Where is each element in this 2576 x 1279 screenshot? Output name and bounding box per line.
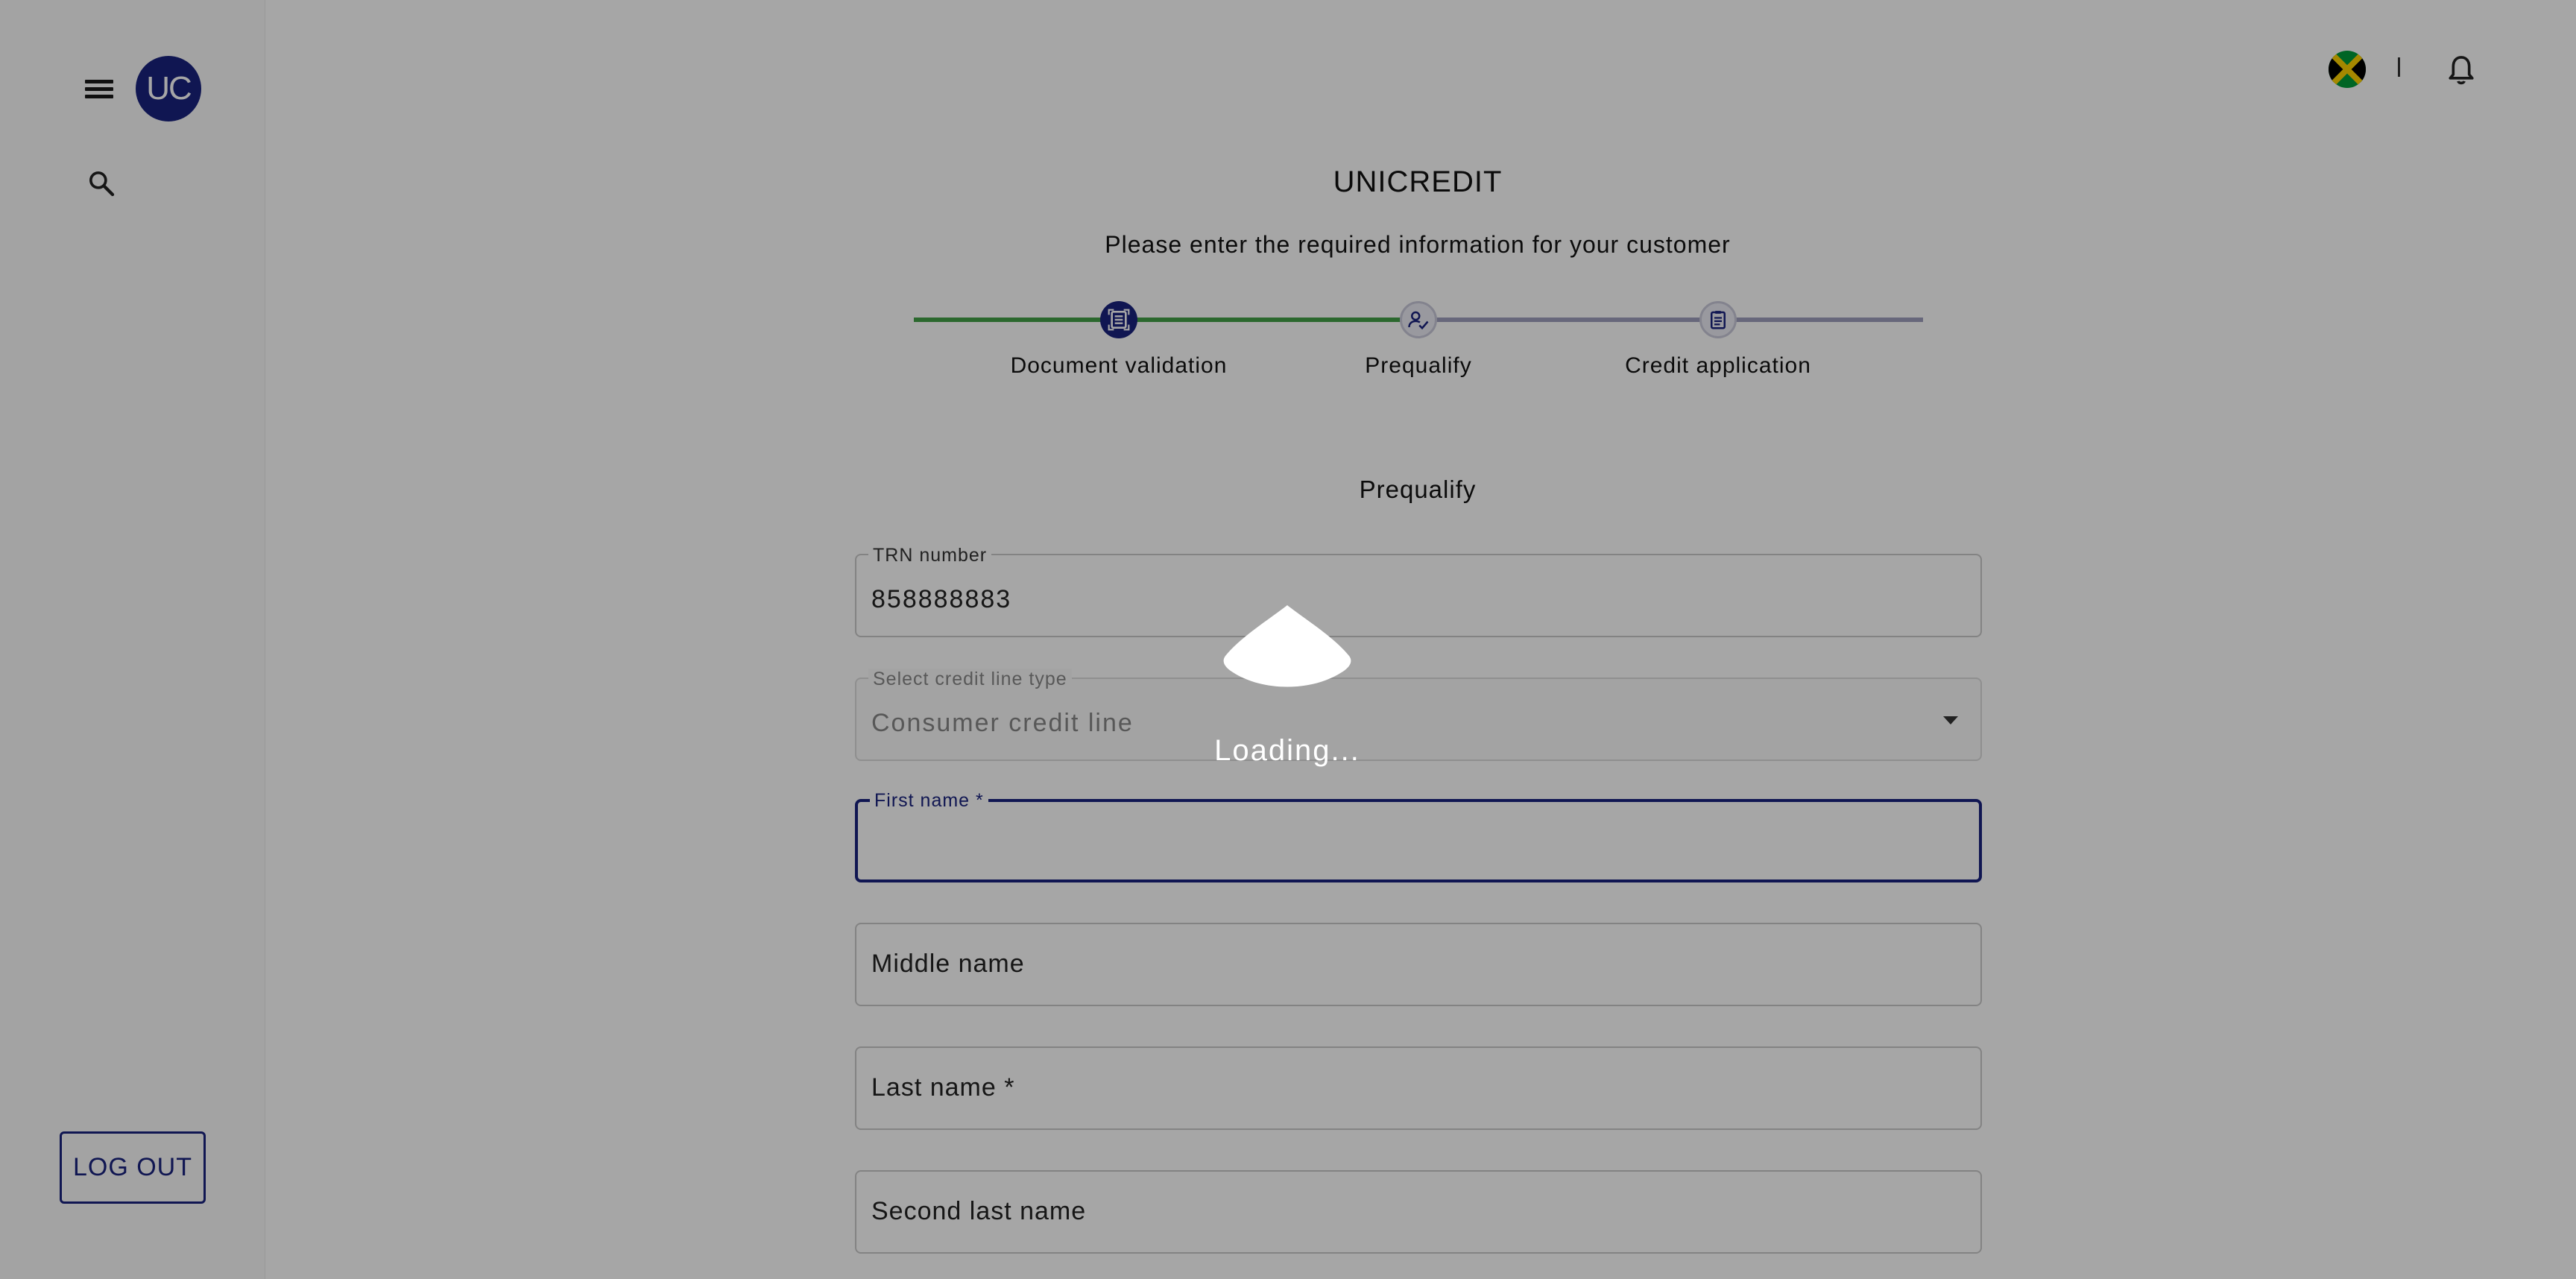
loading-spinner-icon [1223, 605, 1351, 687]
loading-overlay: Loading... [0, 0, 2576, 1279]
loading-text: Loading... [1214, 734, 1360, 767]
